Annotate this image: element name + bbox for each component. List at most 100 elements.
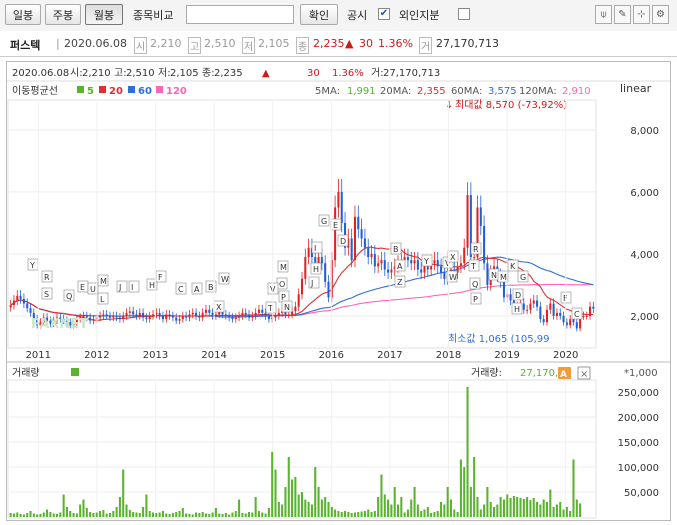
event-marker-letter: T [267, 304, 273, 313]
event-marker-letter: T [470, 262, 476, 271]
event-marker[interactable]: G [517, 270, 529, 283]
svg-text:5: 5 [87, 86, 94, 97]
candle-body [151, 314, 155, 316]
settings-icon[interactable]: ⚙ [652, 5, 669, 24]
candle-body [304, 257, 307, 279]
pen-icon[interactable]: ✎ [614, 5, 631, 24]
event-marker-letter: J [118, 283, 121, 292]
event-marker[interactable]: Z [394, 275, 406, 288]
candle-body [377, 263, 380, 267]
event-marker[interactable]: P [278, 290, 290, 303]
event-marker[interactable]: W [218, 272, 230, 285]
up-arrow-icon: ▲ [345, 37, 354, 50]
volume-bar [367, 509, 370, 517]
event-marker[interactable]: C [175, 282, 187, 295]
volume-tick-label: 150,000 [618, 438, 659, 449]
event-marker[interactable]: X [447, 250, 459, 263]
event-marker[interactable]: B [390, 242, 402, 255]
event-marker[interactable]: M [497, 270, 509, 283]
event-marker[interactable]: H [511, 302, 523, 315]
crosshair-icon[interactable]: ⊹ [633, 5, 650, 24]
event-marker-letter: B [208, 283, 214, 292]
candle-body [251, 315, 254, 318]
event-marker[interactable]: A [191, 282, 203, 295]
event-marker[interactable]: O [276, 277, 288, 290]
disclosure-checkbox[interactable]: ✔ [378, 8, 390, 20]
volume-bar [12, 513, 15, 517]
event-marker[interactable]: F [155, 270, 167, 283]
svg-text:고:: 고: [114, 68, 127, 79]
event-marker[interactable]: R [470, 242, 482, 255]
volume-bar [380, 474, 383, 517]
candle-body [353, 216, 356, 261]
volume-bar [370, 512, 373, 517]
volume-bar [502, 499, 505, 517]
event-marker[interactable]: M [277, 260, 289, 273]
event-marker[interactable]: K [507, 259, 519, 272]
toolbar: 일봉 주봉 월봉 종목비교 확인 공시 ✔ 외인지분 ⍦ ✎ ⊹ ⚙ [0, 0, 677, 32]
svg-text:A: A [560, 370, 567, 380]
event-marker[interactable]: T [265, 301, 277, 314]
candle-body [122, 315, 125, 320]
compare-input[interactable] [186, 5, 294, 24]
candle-body [188, 314, 191, 318]
event-marker[interactable]: X [213, 300, 225, 313]
monthly-button[interactable]: 월봉 [85, 4, 123, 25]
event-marker[interactable]: L [97, 292, 109, 305]
event-marker[interactable]: Q [469, 277, 481, 290]
volume-bar [294, 477, 297, 517]
volume-bar [238, 499, 241, 517]
volume-bar [390, 504, 393, 517]
event-marker[interactable]: R [41, 270, 53, 283]
event-marker[interactable]: T [468, 259, 480, 272]
candle-body [440, 266, 443, 273]
watermark-text: PAXNET [31, 317, 88, 332]
event-marker[interactable]: E [77, 280, 89, 293]
event-marker[interactable]: H [310, 262, 322, 275]
event-marker[interactable]: N [281, 300, 293, 313]
event-marker[interactable]: D [337, 234, 349, 247]
event-marker[interactable]: A [394, 259, 406, 272]
volume-bar [456, 512, 459, 517]
foreign-ownership-checkbox[interactable] [458, 8, 470, 20]
event-marker[interactable]: N [488, 268, 500, 281]
event-marker[interactable]: G [318, 214, 330, 227]
candle-body [244, 312, 247, 315]
event-marker[interactable]: M [97, 274, 109, 287]
event-marker-letter: G [321, 217, 327, 226]
event-marker[interactable]: Y [421, 254, 433, 267]
event-marker[interactable]: D [512, 288, 524, 301]
event-marker[interactable]: C [571, 307, 583, 320]
event-marker[interactable]: E [330, 218, 342, 231]
event-marker[interactable]: P [470, 292, 482, 305]
candle-body [433, 260, 436, 264]
volume-bar [198, 513, 201, 517]
volume-bar [16, 512, 19, 517]
event-marker-letter: C [178, 285, 184, 294]
event-marker[interactable]: Y [27, 258, 39, 271]
volume-bar [271, 452, 274, 517]
candle-body [406, 257, 409, 261]
stock-low: 2,105 [258, 37, 290, 50]
event-marker[interactable]: I [311, 241, 323, 254]
event-marker-letter: O [279, 280, 285, 289]
event-marker-letter: X [216, 303, 222, 312]
event-marker[interactable]: I [128, 280, 140, 293]
volume-bar [92, 513, 95, 517]
daily-button[interactable]: 일봉 [5, 4, 41, 25]
candle-body [198, 315, 201, 318]
event-marker[interactable]: S [41, 287, 53, 300]
event-marker-letter: P [473, 295, 478, 304]
volume-bar [211, 512, 214, 517]
event-marker[interactable]: J [308, 276, 320, 289]
drawing-tool-icon[interactable]: ⍦ [595, 5, 612, 24]
weekly-button[interactable]: 주봉 [45, 4, 81, 25]
chart-area[interactable]: 2020.06.08 시: 2,210 고: 2,510 저: 2,105 종:… [6, 61, 671, 521]
volume-bar [105, 513, 108, 517]
volume-bar [297, 494, 300, 517]
event-marker[interactable]: J [116, 280, 128, 293]
confirm-button[interactable]: 확인 [300, 4, 338, 25]
event-marker[interactable]: Q [63, 289, 75, 302]
candle-body [403, 257, 406, 261]
price-volume-chart[interactable]: 2020.06.08 시: 2,210 고: 2,510 저: 2,105 종:… [7, 62, 670, 520]
